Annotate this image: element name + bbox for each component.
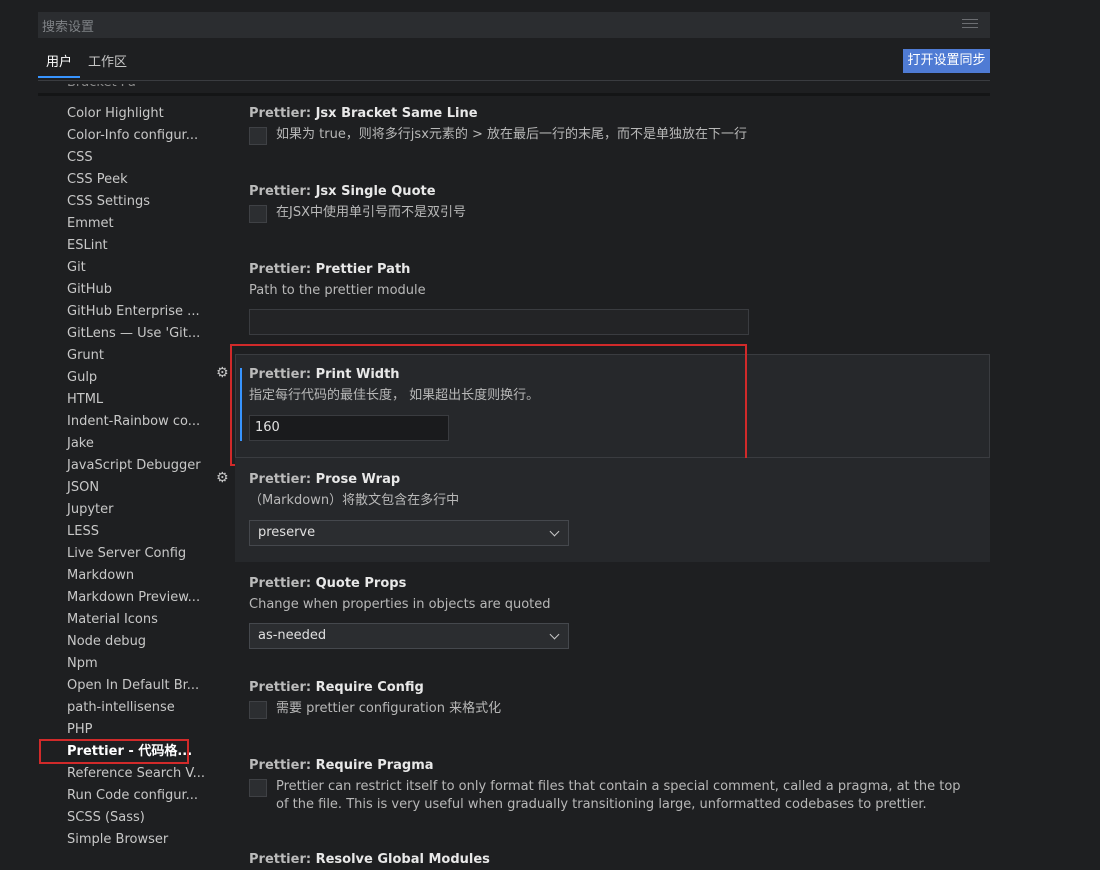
setting-category: Prettier: bbox=[249, 852, 316, 867]
toc-item[interactable]: Indent-Rainbow co... bbox=[67, 411, 200, 433]
settings-tabs: 用户 工作区 bbox=[38, 48, 135, 80]
setting-name: Require Config bbox=[315, 680, 424, 695]
toc-highlight-box bbox=[39, 739, 189, 764]
setting-category: Prettier: bbox=[249, 472, 316, 487]
select-value: as-needed bbox=[258, 628, 327, 643]
toc-item[interactable]: Node debug bbox=[67, 631, 146, 653]
setting-category: Prettier: bbox=[249, 262, 316, 277]
search-input[interactable]: 搜索设置 bbox=[38, 12, 990, 38]
setting-name: Jsx Single Quote bbox=[315, 184, 436, 199]
setting-description: Prettier can restrict itself to only for… bbox=[276, 779, 961, 812]
toc-item[interactable]: GitLens — Use 'Git... bbox=[67, 323, 200, 345]
setting-category: Prettier: bbox=[249, 184, 316, 199]
toc-item-partial[interactable]: Bracket Pa bbox=[67, 84, 136, 94]
toc-item[interactable]: LESS bbox=[67, 521, 99, 543]
setting-jsx-single-quote: Prettier: Jsx Single Quote 在JSX中使用单引号而不是… bbox=[249, 182, 979, 226]
toc-item[interactable]: Emmet bbox=[67, 213, 114, 235]
gear-icon[interactable]: ⚙ bbox=[216, 471, 230, 485]
jsx-bracket-checkbox[interactable] bbox=[249, 127, 267, 145]
setting-description: Change when properties in objects are qu… bbox=[249, 597, 551, 612]
toc-item[interactable]: Grunt bbox=[67, 345, 104, 367]
setting-title: Prettier: Quote Props bbox=[249, 574, 979, 594]
prose-wrap-select[interactable]: preserve bbox=[249, 520, 569, 546]
toc-item[interactable]: Simple Browser bbox=[67, 829, 168, 851]
chevron-down-icon bbox=[549, 629, 560, 640]
setting-title: Prettier: Require Pragma bbox=[249, 756, 979, 776]
prettier-path-input[interactable] bbox=[249, 309, 749, 335]
setting-prettier-path: Prettier: Prettier Path Path to the pret… bbox=[249, 260, 979, 336]
toc-item[interactable]: Markdown Preview... bbox=[67, 587, 200, 609]
setting-title: Prettier: Jsx Bracket Same Line bbox=[249, 104, 979, 124]
settings-sync-button[interactable]: 打开设置同步 bbox=[903, 49, 990, 73]
toc-item[interactable]: GitHub Enterprise ... bbox=[67, 301, 200, 323]
toc-item[interactable]: SCSS (Sass) bbox=[67, 807, 145, 829]
toc-item[interactable]: Run Code configur... bbox=[67, 785, 198, 807]
tab-user[interactable]: 用户 bbox=[38, 48, 81, 78]
chevron-down-icon bbox=[549, 526, 560, 537]
setting-title: Prettier: Prose Wrap bbox=[249, 470, 979, 490]
toc-item[interactable]: Material Icons bbox=[67, 609, 158, 631]
setting-category: Prettier: bbox=[249, 576, 316, 591]
toc-item[interactable]: CSS Peek bbox=[67, 169, 128, 191]
toc-item[interactable]: ESLint bbox=[67, 235, 108, 257]
toc-item[interactable]: Markdown bbox=[67, 565, 134, 587]
setting-category: Prettier: bbox=[249, 758, 316, 773]
tab-workspace[interactable]: 工作区 bbox=[80, 48, 135, 78]
require-config-checkbox[interactable] bbox=[249, 701, 267, 719]
setting-title: Prettier: Require Config bbox=[249, 678, 979, 698]
toc-item[interactable]: PHP bbox=[67, 719, 92, 741]
setting-category: Prettier: bbox=[249, 106, 316, 121]
setting-title: Prettier: Prettier Path bbox=[249, 260, 979, 280]
setting-description: 如果为 true，则将多行jsx元素的 > 放在最后一行的末尾，而不是单独放在下… bbox=[276, 127, 748, 142]
setting-name: Require Pragma bbox=[315, 758, 434, 773]
setting-name: Quote Props bbox=[315, 576, 407, 591]
setting-description: 需要 prettier configuration 来格式化 bbox=[276, 701, 502, 716]
setting-description: （Markdown）将散文包含在多行中 bbox=[249, 493, 460, 508]
toc-item[interactable]: Open In Default Br... bbox=[67, 675, 199, 697]
setting-description: 在JSX中使用单引号而不是双引号 bbox=[276, 205, 466, 220]
jsx-single-quote-checkbox[interactable] bbox=[249, 205, 267, 223]
toc-item[interactable]: Npm bbox=[67, 653, 98, 675]
toc-item[interactable]: CSS Settings bbox=[67, 191, 150, 213]
toc-item[interactable]: CSS bbox=[67, 147, 93, 169]
toc-item[interactable]: JSON bbox=[67, 477, 99, 499]
select-value: preserve bbox=[258, 525, 316, 540]
require-pragma-checkbox[interactable] bbox=[249, 779, 267, 797]
setting-quote-props: Prettier: Quote Props Change when proper… bbox=[249, 574, 979, 654]
setting-name: Resolve Global Modules bbox=[315, 852, 490, 867]
search-placeholder: 搜索设置 bbox=[42, 19, 95, 35]
toc-item[interactable]: Live Server Config bbox=[67, 543, 186, 565]
print-width-highlight-box bbox=[230, 344, 747, 466]
toc-item[interactable]: path-intellisense bbox=[67, 697, 175, 719]
quote-props-select[interactable]: as-needed bbox=[249, 623, 569, 649]
setting-name: Prettier Path bbox=[315, 262, 411, 277]
setting-description: Path to the prettier module bbox=[249, 283, 426, 298]
toc-item[interactable]: Color-Info configur... bbox=[67, 125, 198, 147]
toc-item[interactable]: Git bbox=[67, 257, 86, 279]
filter-icon[interactable] bbox=[962, 19, 978, 31]
setting-partial: Prettier: Resolve Global Modules bbox=[249, 850, 979, 870]
setting-jsx-bracket-same-line: Prettier: Jsx Bracket Same Line 如果为 true… bbox=[249, 104, 979, 148]
header-divider bbox=[38, 80, 990, 81]
toc-item[interactable]: Gulp bbox=[67, 367, 97, 389]
setting-require-pragma: Prettier: Require Pragma Prettier can re… bbox=[249, 756, 979, 818]
setting-require-config: Prettier: Require Config 需要 prettier con… bbox=[249, 678, 979, 722]
toc-item[interactable]: Reference Search V... bbox=[67, 763, 205, 785]
toc-item[interactable]: GitHub bbox=[67, 279, 112, 301]
setting-category: Prettier: bbox=[249, 680, 316, 695]
toc-item[interactable]: Jake bbox=[67, 433, 94, 455]
toc-item[interactable]: HTML bbox=[67, 389, 103, 411]
setting-name: Prose Wrap bbox=[315, 472, 401, 487]
toc-item[interactable]: Color Highlight bbox=[67, 103, 164, 125]
gear-icon[interactable]: ⚙ bbox=[216, 366, 230, 380]
setting-prose-wrap: Prettier: Prose Wrap （Markdown）将散文包含在多行中… bbox=[249, 470, 979, 550]
setting-title: Prettier: Resolve Global Modules bbox=[249, 850, 979, 870]
setting-name: Jsx Bracket Same Line bbox=[315, 106, 478, 121]
toc-item[interactable]: Jupyter bbox=[67, 499, 113, 521]
setting-title: Prettier: Jsx Single Quote bbox=[249, 182, 979, 202]
toc-item[interactable]: JavaScript Debugger bbox=[67, 455, 201, 477]
